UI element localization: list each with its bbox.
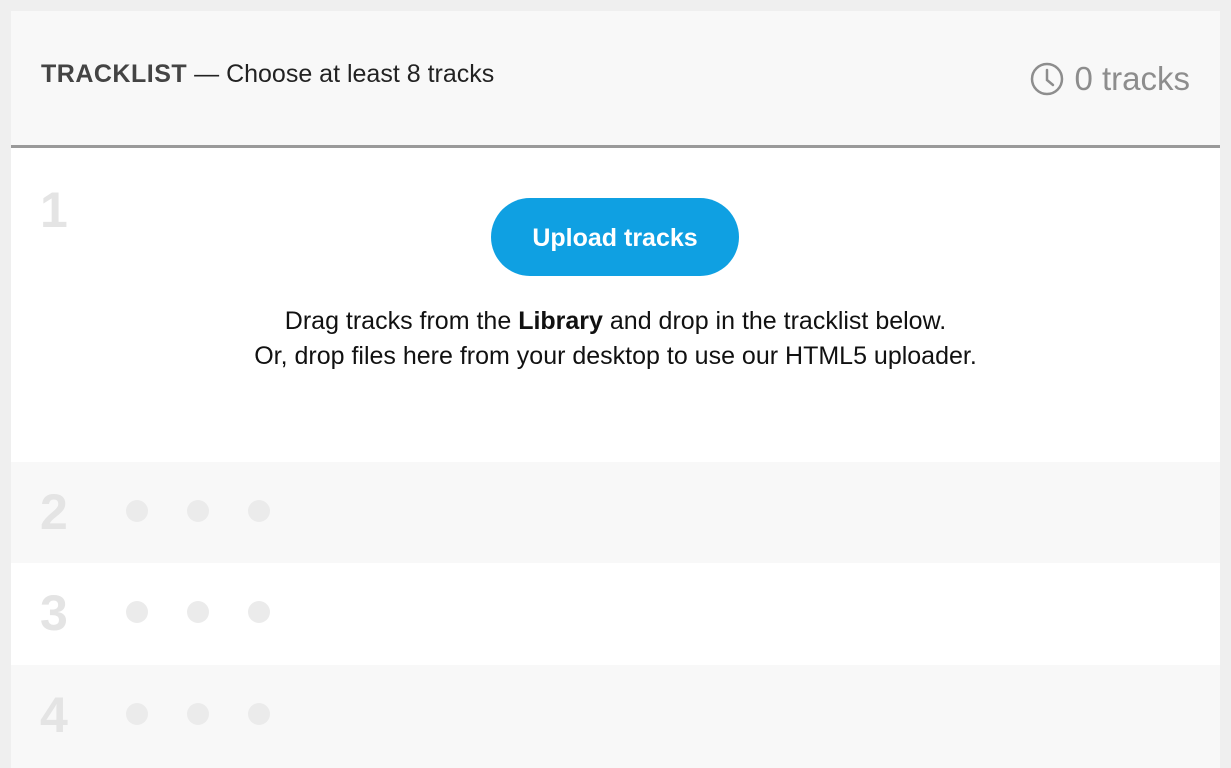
placeholder-dot	[187, 703, 209, 725]
track-slot-1[interactable]: 1 Upload tracks Drag tracks from the Lib…	[11, 148, 1220, 462]
placeholder-dot	[126, 500, 148, 522]
help-line-1: Drag tracks from the Library and drop in…	[11, 304, 1220, 339]
help-line-1-prefix: Drag tracks from the	[284, 307, 519, 335]
placeholder-dot	[187, 601, 209, 623]
tracklist-header: TRACKLIST — Choose at least 8 tracks 0 t…	[11, 11, 1220, 148]
track-count-label: 0 tracks	[1074, 60, 1190, 97]
placeholder-dot	[248, 601, 270, 623]
tracklist-instruction: Choose at least 8 tracks	[226, 60, 495, 88]
title-separator: —	[187, 60, 227, 88]
empty-slot-dots	[126, 703, 309, 725]
placeholder-dot	[126, 703, 148, 725]
library-link-text: Library	[518, 307, 603, 335]
header-title: TRACKLIST — Choose at least 8 tracks	[41, 60, 494, 89]
clock-icon	[1030, 62, 1064, 96]
upload-tracks-button[interactable]: Upload tracks	[491, 198, 739, 276]
help-line-2: Or, drop files here from your desktop to…	[254, 342, 977, 370]
tracklist-heading: TRACKLIST	[41, 60, 188, 88]
placeholder-dot	[126, 601, 148, 623]
placeholder-dot	[187, 500, 209, 522]
placeholder-dot	[248, 500, 270, 522]
track-slot-3[interactable]: 3	[11, 563, 1220, 665]
slot-number: 2	[40, 484, 68, 540]
empty-slot-dots	[126, 500, 309, 522]
empty-slot-dots	[126, 601, 309, 623]
track-slot-4[interactable]: 4	[11, 665, 1220, 768]
track-count: 0 tracks	[1030, 60, 1190, 98]
slot-number: 3	[40, 585, 68, 641]
upload-help-text: Drag tracks from the Library and drop in…	[11, 304, 1220, 374]
placeholder-dot	[248, 703, 270, 725]
track-slot-2[interactable]: 2	[11, 462, 1220, 563]
help-line-1-suffix: and drop in the tracklist below.	[602, 307, 947, 335]
tracklist-panel: TRACKLIST — Choose at least 8 tracks 0 t…	[11, 11, 1220, 768]
slot-number: 1	[40, 182, 68, 238]
slot-number: 4	[40, 687, 68, 743]
